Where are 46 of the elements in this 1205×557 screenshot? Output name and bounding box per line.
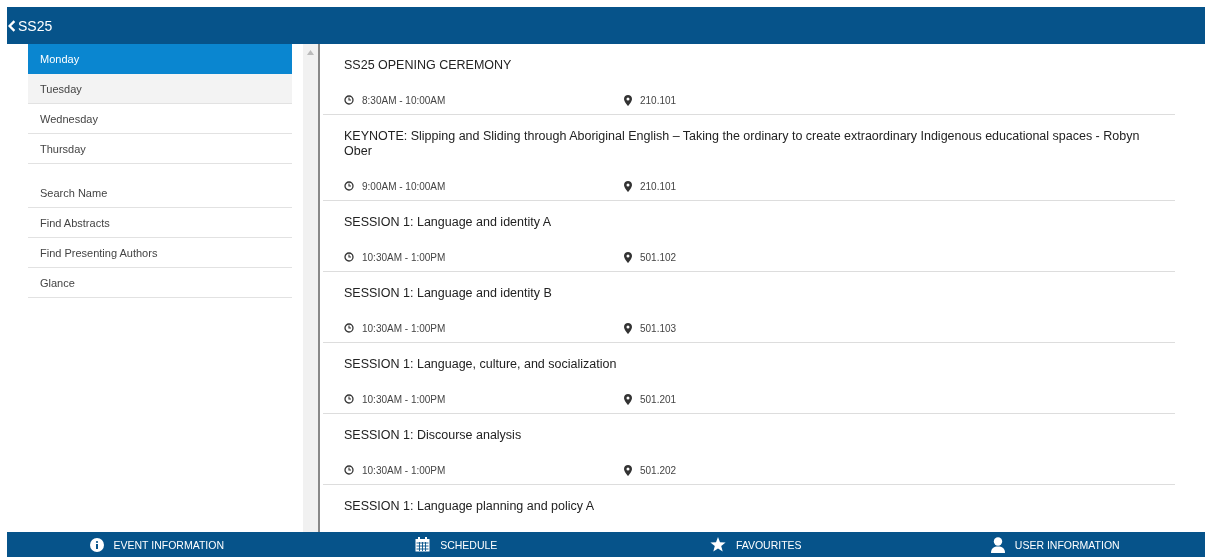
session-time: 9:00AM - 10:00AM bbox=[362, 180, 446, 192]
session-room: 501.201 bbox=[640, 393, 677, 405]
day-tab[interactable]: Tuesday bbox=[28, 74, 292, 104]
nav-tab[interactable]: SCHEDULE bbox=[306, 532, 606, 557]
session-time: 10:30AM - 1:00PM bbox=[362, 464, 446, 476]
nav-tab[interactable]: FAVOURITES bbox=[606, 532, 906, 557]
scrollbar[interactable] bbox=[303, 44, 320, 532]
session-title[interactable]: KEYNOTE: Slipping and Sliding through Aboriginal English – Taking the ordinary to create extraordinary Indigenous educational spaces - Robyn Ober bbox=[344, 129, 1175, 159]
location-pin-icon bbox=[624, 322, 632, 334]
session-title[interactable]: SESSION 1: Language and identity B bbox=[344, 286, 1175, 301]
session-room: 210.101 bbox=[640, 180, 677, 192]
clock-icon bbox=[344, 465, 354, 475]
session-title[interactable]: SS25 OPENING CEREMONY bbox=[344, 58, 1175, 73]
clock-icon bbox=[344, 252, 354, 262]
session-title[interactable]: SESSION 1: Discourse analysis bbox=[344, 428, 1175, 443]
clock-icon bbox=[344, 95, 354, 105]
session-time: 10:30AM - 1:00PM bbox=[362, 322, 446, 334]
scroll-up-icon bbox=[307, 50, 314, 55]
nav-tab[interactable]: EVENT INFORMATION bbox=[7, 532, 307, 557]
session-time: 10:30AM - 1:00PM bbox=[362, 393, 446, 405]
chevron-left-icon bbox=[8, 19, 16, 32]
session-room: 210.101 bbox=[640, 94, 677, 106]
location-pin-icon bbox=[624, 180, 632, 192]
clock-icon bbox=[344, 181, 354, 191]
calendar-icon bbox=[415, 537, 431, 552]
session-time: 8:30AM - 10:00AM bbox=[362, 94, 446, 106]
location-pin-icon bbox=[624, 464, 632, 476]
star-icon bbox=[709, 537, 726, 552]
nav-tab[interactable]: USER INFORMATION bbox=[905, 532, 1205, 557]
session-title[interactable]: SESSION 1: Language planning and policy A bbox=[344, 499, 1175, 514]
session-title[interactable]: SESSION 1: Language and identity A bbox=[344, 215, 1175, 230]
location-pin-icon bbox=[624, 393, 632, 405]
session-room: 501.103 bbox=[640, 322, 677, 334]
back-title: SS25 bbox=[18, 17, 53, 34]
back-button[interactable]: SS25 bbox=[7, 17, 53, 34]
session-room: 501.202 bbox=[640, 464, 677, 476]
session-room: 501.102 bbox=[640, 251, 677, 263]
location-pin-icon bbox=[624, 94, 632, 106]
clock-icon bbox=[344, 323, 354, 333]
day-tab[interactable]: Monday bbox=[28, 44, 292, 74]
session-time: 10:30AM - 1:00PM bbox=[362, 251, 446, 263]
location-pin-icon bbox=[624, 251, 632, 263]
session-title[interactable]: SESSION 1: Language, culture, and socialization bbox=[344, 357, 1175, 372]
user-icon bbox=[990, 536, 1005, 553]
clock-icon bbox=[344, 394, 354, 404]
info-icon bbox=[89, 537, 104, 552]
